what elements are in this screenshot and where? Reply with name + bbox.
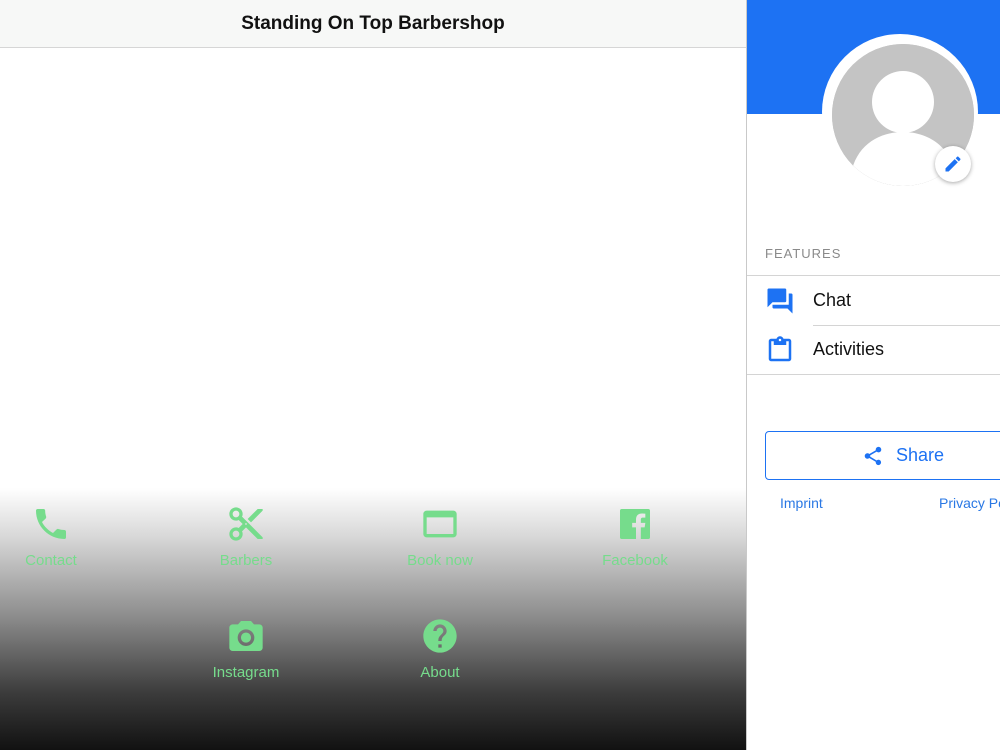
nav-item-instagram[interactable]: Instagram bbox=[181, 616, 311, 706]
features-list: Chat Activities bbox=[747, 275, 1000, 375]
feature-icon-wrap bbox=[765, 335, 795, 365]
feature-label-chat: Chat bbox=[813, 290, 852, 310]
nav-item-about[interactable]: About bbox=[375, 616, 505, 706]
phone-icon bbox=[36, 509, 66, 539]
edit-avatar-button[interactable] bbox=[935, 146, 971, 182]
privacy-policy-link[interactable]: Privacy Po bbox=[939, 495, 1000, 511]
bottom-nav-panel: Contact Barbers Book now Facebook Instag… bbox=[0, 488, 746, 750]
clipboard-icon bbox=[768, 335, 792, 361]
nav-label-facebook: Facebook bbox=[602, 552, 668, 569]
nav-label-contact: Contact bbox=[25, 552, 77, 569]
nav-label-barbers: Barbers bbox=[219, 552, 273, 569]
app-header: Standing On Top Barbershop bbox=[0, 0, 746, 48]
app-title: Standing On Top Barbershop bbox=[241, 12, 505, 34]
help-circle-icon bbox=[423, 619, 457, 653]
share-label: Share bbox=[896, 445, 945, 465]
feature-label-activities: Activities bbox=[813, 339, 885, 359]
feature-item-activities[interactable]: Activities bbox=[747, 325, 1000, 374]
nav-item-book-now[interactable]: Book now bbox=[375, 504, 505, 594]
pencil-icon bbox=[945, 156, 961, 172]
nav-label-instagram: Instagram bbox=[212, 664, 280, 681]
imprint-link[interactable]: Imprint bbox=[780, 495, 823, 511]
feature-icon-wrap bbox=[765, 286, 795, 316]
features-section-header: FEATURES bbox=[765, 246, 842, 261]
nav-label-about: About bbox=[420, 664, 460, 681]
nav-label-book-now: Book now bbox=[407, 552, 473, 569]
side-drawer: FEATURES Chat Activities Share Imprint P… bbox=[746, 0, 1000, 750]
nav-item-barbers[interactable]: Barbers bbox=[181, 504, 311, 594]
facebook-icon bbox=[620, 509, 650, 539]
share-icon bbox=[864, 446, 882, 465]
nav-item-contact[interactable]: Contact bbox=[0, 504, 116, 594]
nav-item-facebook[interactable]: Facebook bbox=[570, 504, 700, 594]
app-content-area bbox=[0, 48, 746, 488]
camera-icon bbox=[229, 621, 263, 651]
share-button[interactable]: Share bbox=[765, 431, 1000, 480]
browser-window-icon bbox=[423, 510, 457, 538]
scissors-icon bbox=[229, 507, 263, 541]
nav-grid: Contact Barbers Book now Facebook Instag… bbox=[0, 488, 746, 750]
chat-bubbles-icon bbox=[767, 288, 793, 313]
app-main: Standing On Top Barbershop Contact Barbe… bbox=[0, 0, 746, 750]
feature-item-chat[interactable]: Chat bbox=[747, 276, 1000, 325]
